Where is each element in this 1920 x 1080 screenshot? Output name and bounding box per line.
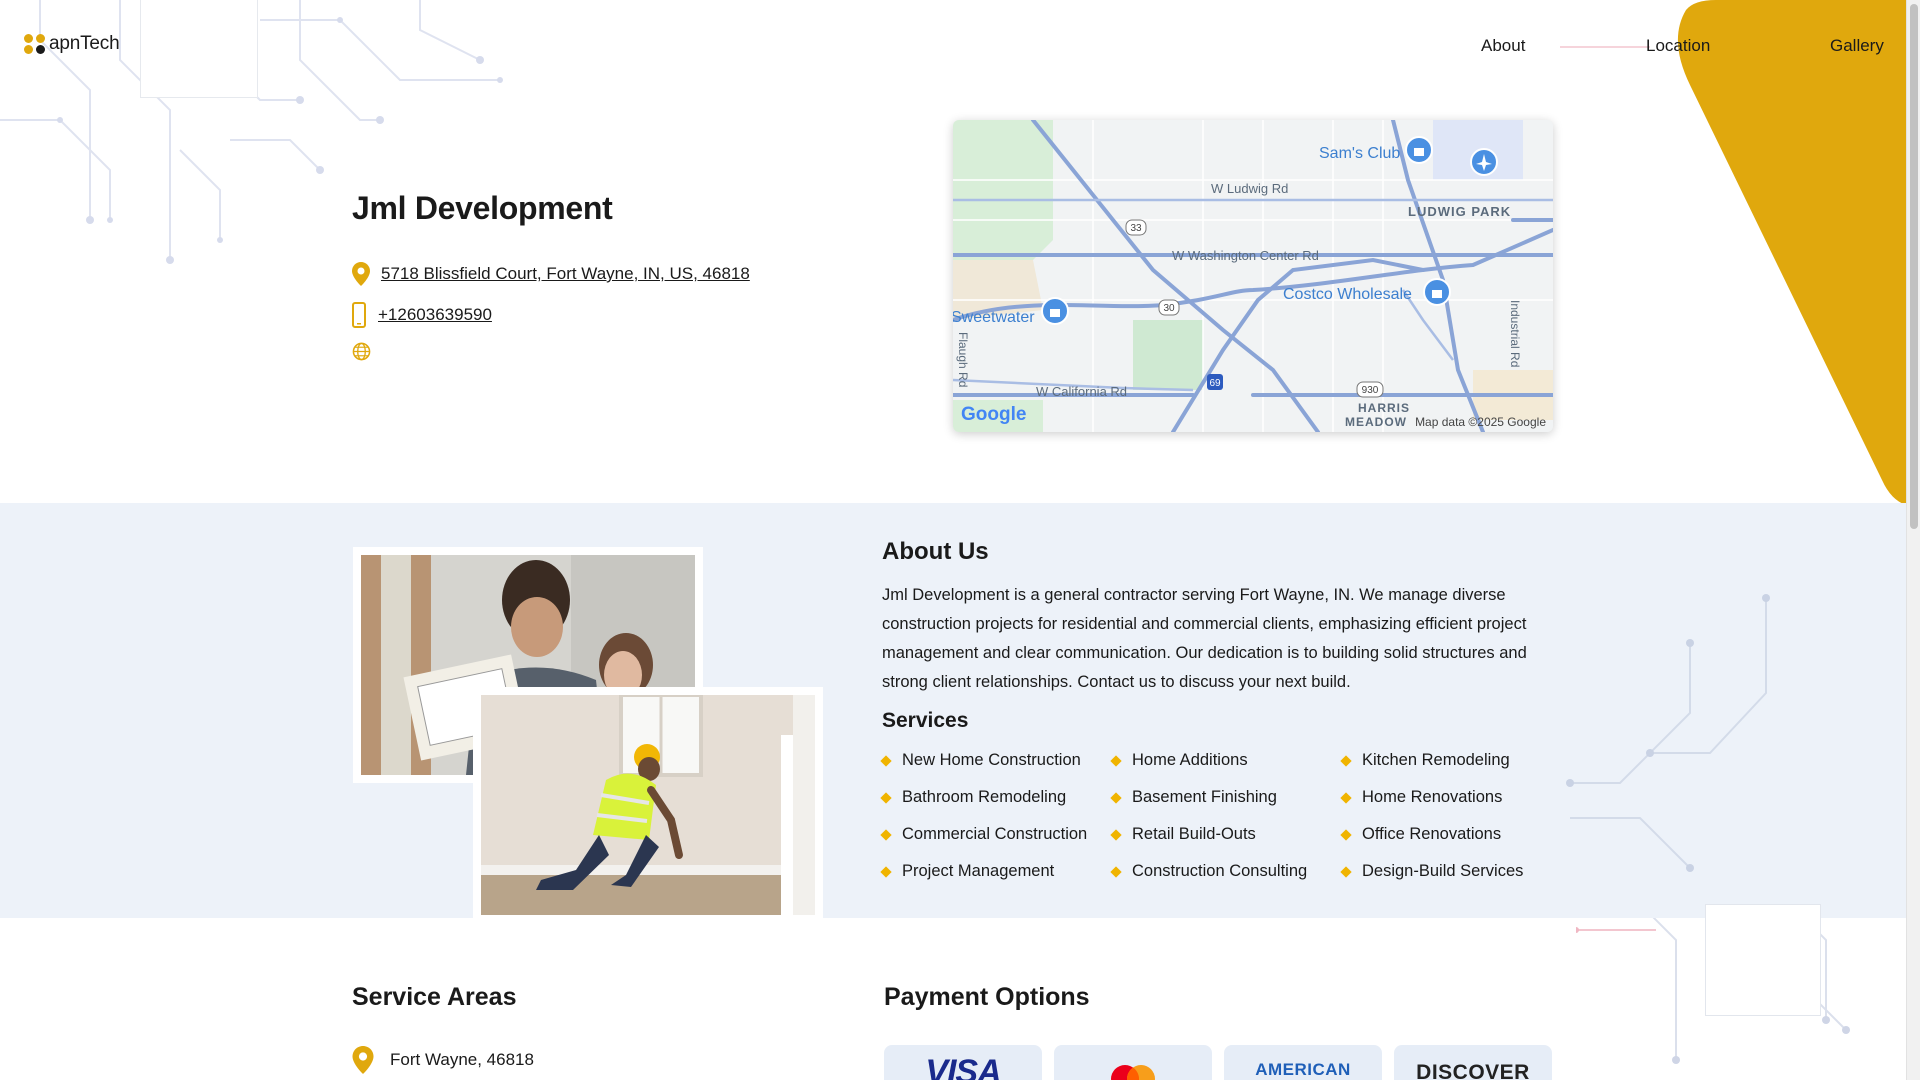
company-name: Jml Development (352, 190, 613, 226)
location-pin-icon (352, 262, 370, 286)
svg-text:Map data ©2025 Google: Map data ©2025 Google (1415, 415, 1546, 429)
diamond-bullet-icon (1340, 754, 1352, 767)
nav-gallery[interactable]: Gallery (1830, 36, 1884, 56)
globe-icon[interactable] (352, 342, 371, 361)
phone-icon (352, 302, 366, 328)
diamond-bullet-icon (1340, 865, 1352, 878)
location-map[interactable]: W Ludwig Rd W Washington Center Rd W Cal… (953, 120, 1553, 432)
svg-text:W Ludwig Rd: W Ludwig Rd (1211, 181, 1288, 196)
service-item: Design-Build Services (1340, 860, 1572, 883)
svg-text:Costco Wholesale: Costco Wholesale (1283, 286, 1412, 303)
diamond-bullet-icon (1110, 865, 1122, 878)
svg-text:Google: Google (961, 404, 1026, 425)
services-title: Services (882, 709, 969, 732)
visa-card-icon: VISA (884, 1045, 1042, 1080)
diamond-bullet-icon (1110, 754, 1122, 767)
svg-text:30: 30 (1163, 303, 1175, 314)
svg-text:33: 33 (1130, 223, 1142, 234)
mastercard-logo (1111, 1065, 1155, 1080)
service-item: New Home Construction (880, 749, 1112, 772)
svg-text:930: 930 (1362, 385, 1379, 396)
diamond-bullet-icon (880, 865, 892, 878)
diamond-bullet-icon (1340, 791, 1352, 804)
nav-divider (1560, 46, 1650, 48)
nav-about[interactable]: About (1481, 36, 1525, 56)
svg-text:MEADOW: MEADOW (1345, 415, 1407, 429)
logo-mark-icon (24, 34, 46, 54)
services-list: New Home Construction Home Additions Kit… (880, 749, 1572, 883)
service-item: Home Renovations (1340, 786, 1572, 809)
phone-link[interactable]: +12603639590 (378, 305, 492, 325)
service-item: Project Management (880, 860, 1112, 883)
svg-text:HARRIS: HARRIS (1358, 401, 1410, 415)
worker-photo-image (481, 693, 815, 915)
svg-text:69: 69 (1209, 378, 1221, 389)
logo[interactable]: apnTech (24, 33, 120, 55)
site-header: apnTech About Location Gallery (0, 0, 1906, 98)
diamond-bullet-icon (880, 791, 892, 804)
diamond-bullet-icon (1110, 791, 1122, 804)
about-title: About Us (882, 538, 989, 565)
service-item: Bathroom Remodeling (880, 786, 1112, 809)
service-area-item: Fort Wayne, 46818 (352, 1046, 534, 1074)
website-row (352, 342, 371, 361)
page-scrollbar[interactable] (1906, 0, 1920, 1080)
phone-row: +12603639590 (352, 302, 492, 328)
service-item: Commercial Construction (880, 823, 1112, 846)
scrollbar-thumb[interactable] (1910, 4, 1918, 529)
mastercard-icon (1054, 1045, 1212, 1080)
logo-text: apnTech (49, 33, 120, 54)
svg-text:Sweetwater: Sweetwater (953, 309, 1035, 326)
service-item: Retail Build-Outs (1110, 823, 1342, 846)
service-item: Basement Finishing (1110, 786, 1342, 809)
about-text: Jml Development is a general contractor … (882, 586, 1527, 691)
service-item: Office Renovations (1340, 823, 1572, 846)
circuit-decoration-band (1566, 594, 1770, 872)
map-graphic: W Ludwig Rd W Washington Center Rd W Cal… (953, 120, 1553, 432)
decorative-box (1705, 904, 1821, 1016)
svg-text:Flaugh Rd: Flaugh Rd (956, 332, 970, 387)
diamond-bullet-icon (880, 754, 892, 767)
discover-card-icon: DISCOVER (1394, 1045, 1552, 1080)
address-link[interactable]: 5718 Blissfield Court, Fort Wayne, IN, U… (381, 264, 750, 284)
address-row: 5718 Blissfield Court, Fort Wayne, IN, U… (352, 262, 750, 286)
svg-text:W California Rd: W California Rd (1036, 384, 1127, 399)
service-item: Construction Consulting (1110, 860, 1342, 883)
svg-text:W Washington Center Rd: W Washington Center Rd (1172, 248, 1319, 263)
diamond-bullet-icon (880, 828, 892, 841)
worker-photo (473, 687, 823, 923)
service-areas-title: Service Areas (352, 983, 517, 1011)
service-item: Kitchen Remodeling (1340, 749, 1572, 772)
payment-options-title: Payment Options (884, 983, 1090, 1011)
amex-card-icon: AMERICAN (1224, 1045, 1382, 1080)
location-pin-icon (352, 1046, 374, 1074)
svg-text:LUDWIG PARK: LUDWIG PARK (1408, 204, 1511, 219)
svg-text:Sam's Club: Sam's Club (1319, 145, 1400, 162)
diamond-bullet-icon (1340, 828, 1352, 841)
svg-text:Industrial Rd: Industrial Rd (1508, 300, 1522, 367)
diamond-bullet-icon (1110, 828, 1122, 841)
service-item: Home Additions (1110, 749, 1342, 772)
logo-placeholder-box (140, 0, 258, 98)
nav-location[interactable]: Location (1646, 36, 1710, 56)
